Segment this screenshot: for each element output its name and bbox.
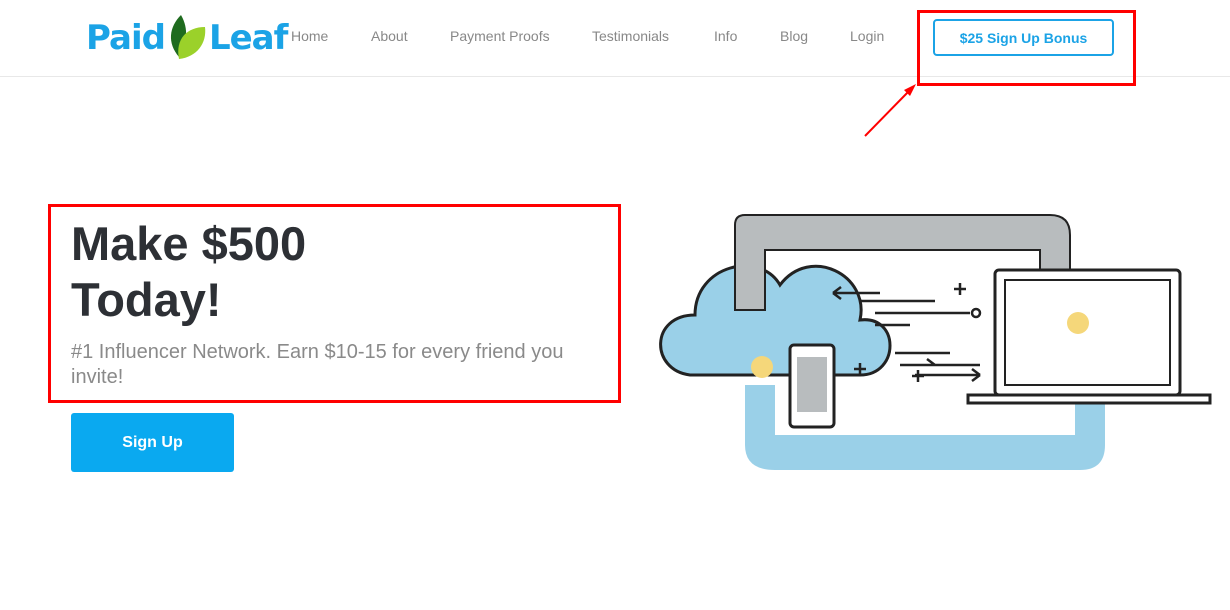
nav-blog[interactable]: Blog <box>780 28 808 44</box>
logo-text-leaf: Leaf <box>208 18 288 58</box>
hero-title: Make $500 Today! <box>71 216 306 328</box>
cloud-devices-illustration <box>659 214 1212 470</box>
logo-text-paid: Paid <box>86 18 166 58</box>
nav-testimonials[interactable]: Testimonials <box>592 28 669 44</box>
nav-payment-proofs[interactable]: Payment Proofs <box>450 28 550 44</box>
leaf-icon <box>170 15 206 59</box>
hero-title-line1: Make $500 <box>71 217 307 270</box>
nav-login[interactable]: Login <box>850 28 884 44</box>
logo[interactable]: Paid Leaf <box>86 12 288 64</box>
hero-subtitle: #1 Influencer Network. Earn $10-15 for e… <box>71 341 564 388</box>
nav-home[interactable]: Home <box>291 28 328 44</box>
hero-title-line2: Today! <box>71 273 222 326</box>
nav-info[interactable]: Info <box>714 28 737 44</box>
highlight-box-bonus <box>917 10 1136 86</box>
signup-button[interactable]: Sign Up <box>71 413 234 472</box>
annotation-arrow <box>864 84 916 137</box>
nav-about[interactable]: About <box>371 28 408 44</box>
